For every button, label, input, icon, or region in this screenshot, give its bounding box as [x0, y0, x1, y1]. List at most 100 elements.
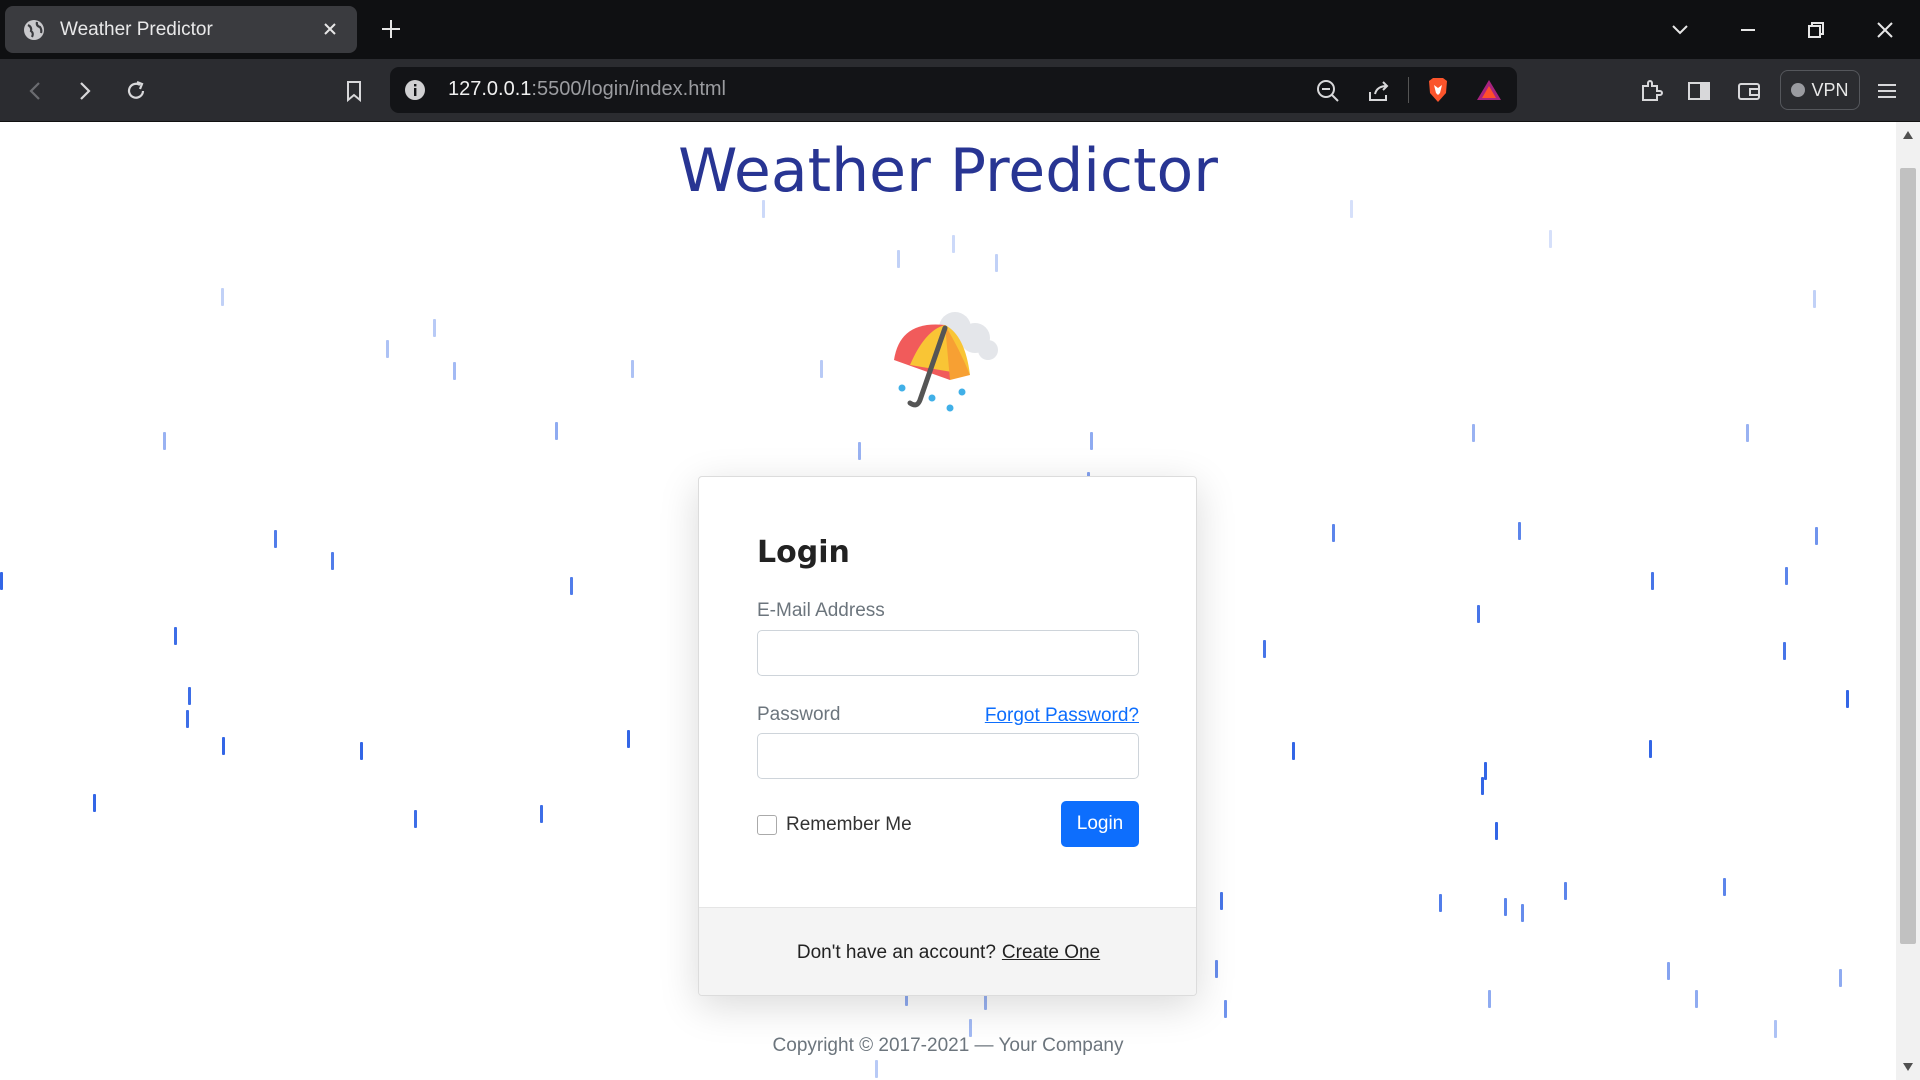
raindrop — [631, 360, 634, 378]
wallet-icon[interactable] — [1734, 76, 1764, 106]
url-path: :5500/login/index.html — [531, 78, 726, 100]
raindrop — [1649, 740, 1652, 758]
forward-arrow-icon[interactable] — [70, 76, 100, 106]
raindrop — [1564, 882, 1567, 900]
raindrop — [453, 362, 456, 380]
password-label: Password — [757, 704, 841, 725]
raindrop — [875, 1060, 878, 1078]
raindrop — [433, 319, 436, 337]
raindrop — [93, 794, 96, 812]
raindrop — [820, 360, 823, 378]
raindrop — [414, 810, 417, 828]
raindrop — [627, 730, 630, 748]
browser-tab[interactable]: Weather Predictor — [5, 6, 357, 53]
raindrop — [1495, 822, 1498, 840]
raindrop — [1481, 777, 1484, 795]
extensions-icon[interactable] — [1636, 76, 1666, 106]
minimize-icon[interactable] — [1734, 16, 1762, 44]
tab-search-chevron-icon[interactable] — [1666, 16, 1694, 44]
email-label: E-Mail Address — [757, 600, 885, 621]
raindrop — [360, 742, 363, 760]
password-field[interactable] — [757, 733, 1139, 779]
new-tab-plus-icon[interactable] — [378, 16, 404, 42]
raindrop — [1695, 990, 1698, 1008]
vpn-button[interactable]: VPN — [1780, 70, 1860, 110]
share-icon[interactable] — [1366, 78, 1392, 104]
umbrella-rain-icon — [894, 312, 998, 412]
create-account-link[interactable]: Create One — [1002, 942, 1100, 964]
page-scrollbar[interactable] — [1896, 122, 1920, 1080]
raindrop — [1332, 524, 1335, 542]
raindrop — [1472, 424, 1475, 442]
address-bar[interactable]: 127.0.0.1:5500/login/index.html — [390, 67, 1517, 113]
raindrop — [274, 530, 277, 548]
site-info-icon[interactable] — [404, 79, 426, 101]
raindrop — [163, 432, 166, 450]
email-field[interactable] — [757, 630, 1139, 676]
vpn-label: VPN — [1811, 79, 1849, 100]
forgot-password-link[interactable]: Forgot Password? — [985, 705, 1139, 727]
raindrop — [555, 422, 558, 440]
restore-icon[interactable] — [1802, 16, 1830, 44]
raindrop — [1488, 990, 1491, 1008]
raindrop — [1815, 527, 1818, 545]
login-card: Login E-Mail Address Password Forgot Pas… — [698, 476, 1197, 996]
raindrop — [221, 288, 224, 306]
raindrop — [995, 254, 998, 272]
login-heading: Login — [757, 535, 850, 570]
url-host: 127.0.0.1 — [448, 78, 532, 100]
raindrop — [1439, 894, 1442, 912]
no-account-text: Don't have an account? — [796, 941, 996, 963]
raindrop — [386, 340, 389, 358]
brave-shields-icon[interactable] — [1425, 76, 1451, 104]
raindrop — [1521, 904, 1524, 922]
copyright-text: Copyright © 2017-2021 — Your Company — [772, 1035, 1124, 1056]
scrollbar-thumb[interactable] — [1900, 168, 1916, 944]
sidebar-toggle-icon[interactable] — [1684, 76, 1714, 106]
raindrop — [188, 687, 191, 705]
raindrop — [1746, 424, 1749, 442]
zoom-out-icon[interactable] — [1315, 78, 1341, 104]
raindrop — [1723, 878, 1726, 896]
url-text: 127.0.0.1:5500/login/index.html — [448, 78, 726, 101]
brave-rewards-icon[interactable] — [1476, 78, 1502, 102]
raindrop — [1651, 572, 1654, 590]
raindrop — [0, 572, 3, 590]
tab-title: Weather Predictor — [60, 19, 213, 40]
tab-close-icon[interactable] — [319, 18, 341, 40]
raindrop — [1783, 642, 1786, 660]
raindrop — [1224, 1000, 1227, 1018]
raindrop — [1518, 522, 1521, 540]
raindrop — [858, 442, 861, 460]
raindrop — [1477, 605, 1480, 623]
bookmark-icon[interactable] — [339, 76, 369, 106]
raindrop — [1292, 742, 1295, 760]
raindrop — [1785, 567, 1788, 585]
close-window-icon[interactable] — [1871, 16, 1899, 44]
raindrop — [1813, 290, 1816, 308]
raindrop — [222, 737, 225, 755]
login-button[interactable]: Login — [1061, 801, 1139, 847]
raindrop — [570, 577, 573, 595]
back-arrow-icon[interactable] — [20, 76, 50, 106]
card-footer: Don't have an account? Create One — [699, 907, 1196, 995]
raindrop — [1220, 892, 1223, 910]
raindrop — [540, 805, 543, 823]
globe-icon — [24, 20, 44, 40]
raindrop — [952, 235, 955, 253]
page-viewport: Weather Predictor Login E-Mail Address P… — [0, 122, 1896, 1080]
remember-me-label[interactable]: Remember Me — [786, 814, 912, 836]
raindrop — [1839, 969, 1842, 987]
raindrop — [897, 250, 900, 268]
menu-hamburger-icon[interactable] — [1872, 76, 1902, 106]
remember-me-checkbox[interactable] — [757, 815, 777, 835]
browser-tab-strip: Weather Predictor — [0, 0, 1920, 59]
raindrop — [174, 627, 177, 645]
scroll-up-arrow-icon[interactable] — [1902, 130, 1914, 140]
reload-icon[interactable] — [121, 76, 151, 106]
raindrop — [186, 710, 189, 728]
raindrop — [1846, 690, 1849, 708]
raindrop — [1090, 432, 1093, 450]
raindrop — [1504, 898, 1507, 916]
scroll-down-arrow-icon[interactable] — [1902, 1062, 1914, 1072]
